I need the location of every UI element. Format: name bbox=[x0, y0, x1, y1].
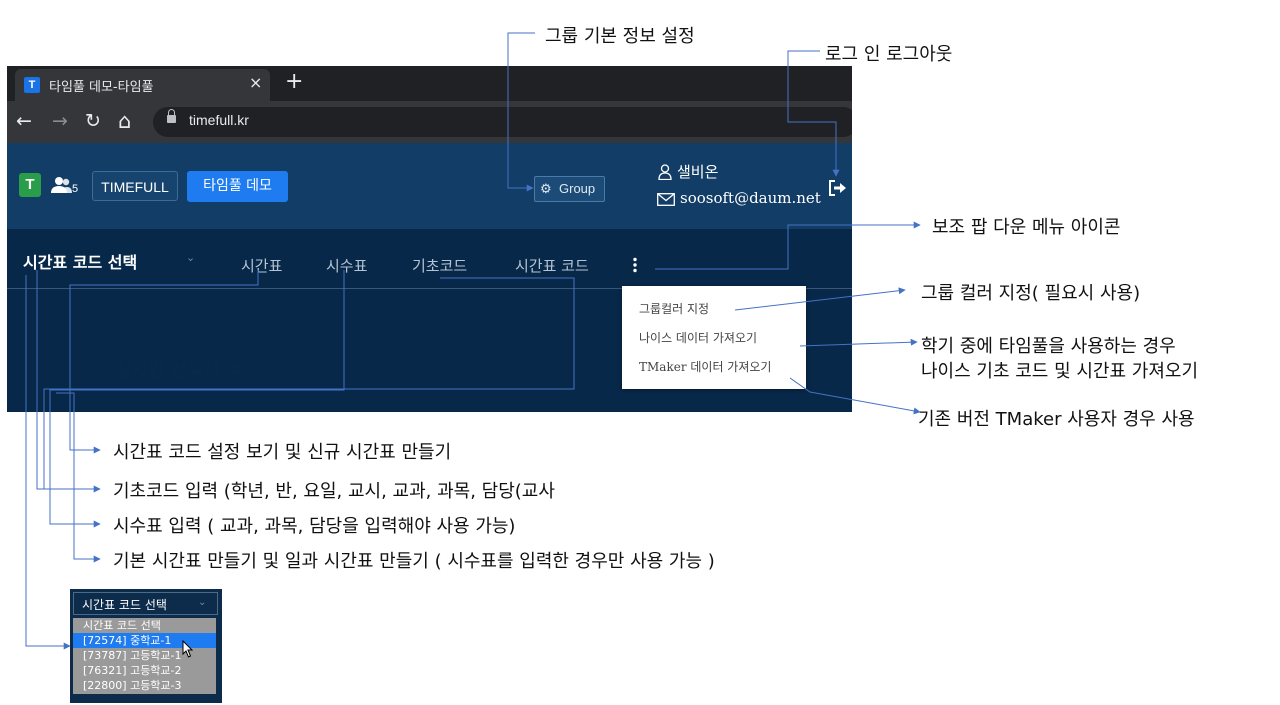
url-text: timefull.kr bbox=[189, 112, 249, 128]
logout-icon[interactable] bbox=[827, 179, 847, 197]
favicon-icon: T bbox=[24, 77, 40, 93]
close-icon[interactable]: × bbox=[249, 73, 262, 92]
annotation-realtime-users: 실시간 접속자 수 bbox=[115, 361, 243, 382]
select-option[interactable]: [22800] 고등학교-3 bbox=[73, 678, 216, 693]
mouse-cursor-icon bbox=[182, 640, 194, 658]
annotation-group-color: 그룹 컬러 지정( 필요시 사용) bbox=[921, 283, 1141, 304]
lock-icon bbox=[167, 109, 176, 123]
annotation-basic-code: 기초코드 입력 (학년, 반, 요일, 교시, 교과, 과목, 담당(교사 bbox=[113, 481, 555, 502]
timefull-button[interactable]: TIMEFULL bbox=[92, 171, 178, 201]
reload-icon[interactable]: ↻ bbox=[85, 110, 101, 132]
annotation-neis-line1: 학기 중에 타임풀을 사용하는 경우 bbox=[921, 336, 1176, 357]
kebab-menu-icon[interactable] bbox=[633, 257, 637, 273]
annotation-tmaker: 기존 버전 TMaker 사용자 경우 사용 bbox=[918, 409, 1195, 430]
select-option[interactable]: [73787] 고등학교-1 bbox=[73, 648, 216, 663]
address-bar: ← → ↻ ⌂ timefull.kr bbox=[7, 101, 852, 143]
annotation-timetable-code: 시간표 코드 설정 보기 및 신규 시간표 만들기 bbox=[113, 442, 452, 463]
menu-item-tmaker-import[interactable]: TMaker 데이터 가져오기 bbox=[639, 358, 771, 375]
inset-option-list: 시간표 코드 선택 [72574] 중학교-1 [73787] 고등학교-1 [… bbox=[73, 618, 216, 694]
back-icon[interactable]: ← bbox=[16, 110, 32, 132]
group-name-button[interactable]: 타임풀 데모 bbox=[187, 171, 288, 202]
chevron-down-icon[interactable]: ⌄ bbox=[186, 251, 195, 264]
forward-icon[interactable]: → bbox=[52, 110, 68, 132]
tab-title: 타임풀 데모-타임풀 bbox=[49, 80, 154, 95]
user-email: soosoft@daum.net bbox=[680, 189, 821, 207]
nav-item-timetable-code[interactable]: 시간표 코드 bbox=[515, 255, 589, 276]
menu-item-neis-import[interactable]: 나이스 데이터 가져오기 bbox=[639, 329, 757, 346]
group-button-label: Group bbox=[559, 181, 596, 196]
select-option[interactable]: [76321] 고등학교-2 bbox=[73, 663, 216, 678]
realtime-user-count: 5 bbox=[72, 183, 79, 195]
nav-item-basic-code[interactable]: 기초코드 bbox=[412, 255, 467, 276]
annotation-timetable-make: 기본 시간표 만들기 및 일과 시간표 만들기 ( 시수표를 입력한 경우만 사… bbox=[113, 551, 715, 572]
select-option-highlighted[interactable]: [72574] 중학교-1 bbox=[73, 633, 216, 648]
inset-selected-value: 시간표 코드 선택 bbox=[82, 598, 167, 612]
select-option[interactable]: 시간표 코드 선택 bbox=[73, 618, 216, 633]
chevron-down-icon: ⌄ bbox=[198, 597, 207, 608]
annotation-sub-popup-menu: 보조 팝 다운 메뉴 아이콘 bbox=[932, 217, 1121, 238]
timetable-code-select[interactable]: 시간표 코드 선택 bbox=[23, 249, 137, 273]
url-field[interactable]: timefull.kr bbox=[153, 107, 852, 137]
select-inset: 시간표 코드 선택 ⌄ 시간표 코드 선택 [72574] 중학교-1 [737… bbox=[70, 589, 222, 703]
browser-tab[interactable]: T 타임풀 데모-타임풀 × bbox=[15, 69, 270, 101]
annotation-hours-table: 시수표 입력 ( 교과, 과목, 담당을 입력해야 사용 가능) bbox=[113, 516, 516, 537]
nav-item-timetable[interactable]: 시간표 bbox=[241, 255, 282, 276]
app-header: T 5 TIMEFULL 타임풀 데모 ⚙ Group 샐비온 soosoft@… bbox=[7, 143, 852, 230]
annotation-group-settings: 그룹 기본 정보 설정 bbox=[545, 26, 695, 47]
popup-menu: 그룹컬러 지정 나이스 데이터 가져오기 TMaker 데이터 가져오기 bbox=[622, 286, 806, 389]
new-tab-button[interactable]: + bbox=[285, 70, 303, 94]
brand-logo[interactable]: T bbox=[19, 173, 41, 197]
annotation-login-logout: 로그 인 로그아웃 bbox=[825, 44, 953, 65]
inset-select-box[interactable]: 시간표 코드 선택 ⌄ bbox=[73, 592, 218, 615]
tab-bar: T 타임풀 데모-타임풀 × + bbox=[7, 66, 852, 101]
home-icon[interactable]: ⌂ bbox=[118, 110, 131, 132]
gear-icon: ⚙ bbox=[540, 181, 552, 196]
mail-icon bbox=[657, 193, 675, 206]
nav-item-hours-table[interactable]: 시수표 bbox=[326, 255, 367, 276]
annotation-neis-line2: 나이스 기초 코드 및 시간표 가져오기 bbox=[921, 361, 1199, 382]
user-name[interactable]: 샐비온 bbox=[677, 161, 718, 182]
group-button[interactable]: ⚙ Group bbox=[534, 176, 605, 202]
menu-item-group-color[interactable]: 그룹컬러 지정 bbox=[639, 300, 709, 317]
user-icon bbox=[658, 164, 672, 180]
